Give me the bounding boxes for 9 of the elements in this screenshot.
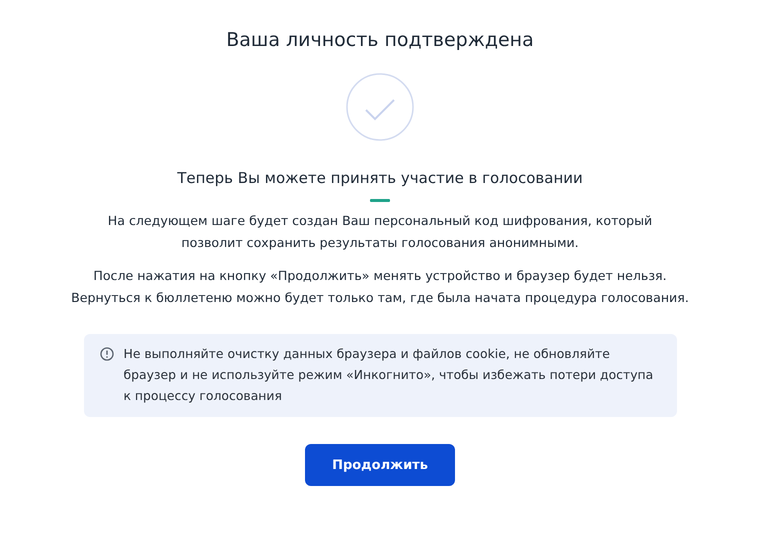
notice-text: Не выполняйте очистку данных браузера и файлов cookie, не обновляйте браузер и не используйте режим «Инкогнито», чтобы избежать потери доступа к процессу голосования: [124, 345, 654, 405]
checkmark-icon: [346, 73, 414, 141]
exclamation-icon: [100, 347, 114, 361]
page-title: Ваша личность подтверждена: [226, 28, 534, 53]
continue-button[interactable]: Продолжить: [305, 444, 455, 486]
info-paragraph: После нажатия на кнопку «Продолжить» менять устройство и браузер будет нельзя. Вернуться к бюллетеню можно будет только там, где была начата процедура голосования.: [70, 267, 690, 307]
info-paragraph: На следующем шаге будет создан Ваш персональный код шифрования, который позволит сохранить результаты голосования анонимными.: [106, 212, 654, 252]
subtitle: Теперь Вы можете принять участие в голосовании: [177, 168, 583, 189]
accent-line: [370, 199, 390, 202]
